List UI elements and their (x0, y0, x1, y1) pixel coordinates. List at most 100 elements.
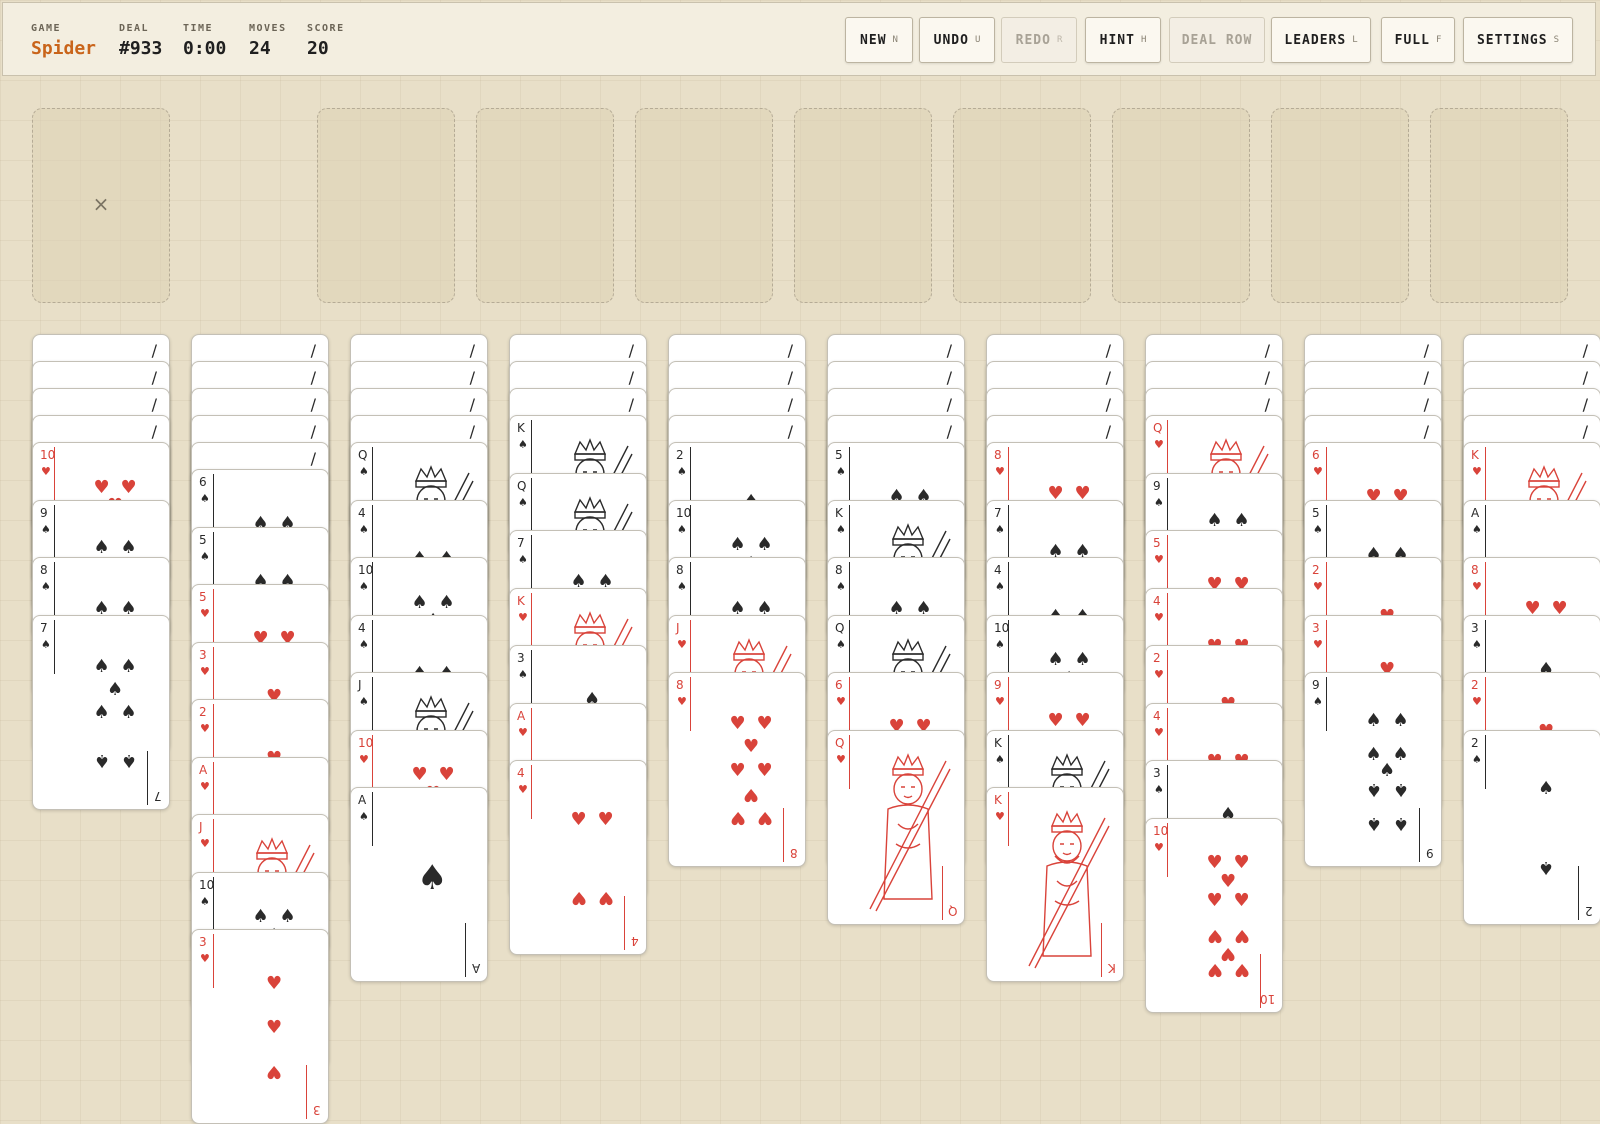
spade-pip-icon: ♠ (756, 534, 773, 556)
card-rule (531, 592, 532, 647)
spade-suit-icon: ♠ (836, 637, 846, 651)
spade-pip-icon: ♠ (438, 591, 455, 613)
card-back-mark: / (310, 368, 316, 387)
spade-suit-icon: ♠ (41, 580, 51, 593)
heart-pip-icon: ♥ (1206, 852, 1223, 874)
card-back-mark: / (1423, 395, 1429, 414)
foundation-slot[interactable] (476, 108, 614, 303)
heart-pip-icon: ♥ (729, 807, 746, 828)
card-rule (213, 646, 214, 701)
card-rule (213, 531, 214, 586)
foundation-slot[interactable] (1271, 108, 1409, 303)
heart-pip-icon: ♥ (756, 713, 773, 734)
undo-button[interactable]: UNDO U (919, 17, 995, 63)
card-rule (1008, 734, 1009, 789)
heart-suit-icon: ♥ (836, 695, 846, 708)
heart-pip-icon: ♥ (756, 759, 773, 781)
card-rule-bottom (942, 865, 943, 920)
playing-card-a-spades[interactable]: A ♠ ♠ A (350, 787, 488, 982)
settings-button-label: SETTINGS (1476, 32, 1548, 48)
card-rank: 3 (517, 651, 525, 665)
card-rank: 8 (676, 563, 684, 577)
card-rule (531, 477, 532, 532)
undo-button-label: UNDO (933, 32, 969, 48)
heart-pip-icon: ♥ (1206, 958, 1223, 980)
heart-pip-icon: ♥ (1233, 889, 1250, 911)
foundation-slot[interactable] (1430, 108, 1568, 303)
playing-card-k-hearts[interactable]: K ♥ K (986, 787, 1124, 982)
card-rank: 3 (1153, 766, 1161, 780)
card-rule (1008, 792, 1009, 846)
card-rule (690, 562, 691, 616)
full-shortcut-key: F (1435, 35, 1442, 45)
heart-suit-icon: ♥ (1313, 465, 1323, 478)
card-rank: 9 (1153, 478, 1161, 493)
card-rule-bottom (1101, 923, 1102, 977)
foundation-slot[interactable] (1112, 108, 1250, 303)
card-rule-bottom (1578, 865, 1579, 920)
card-rank: 10 (994, 620, 1010, 635)
playing-card-8-hearts[interactable]: 8 ♥ ♥ ♥ ♥ ♥ ♥ ♥ ♥ ♥ 8 (668, 672, 806, 867)
full-button-label: FULL (1394, 32, 1430, 48)
spade-pip-icon: ♠ (120, 702, 137, 723)
heart-pip-icon: ♥ (597, 887, 614, 909)
spade-pip-icon: ♠ (1365, 813, 1382, 835)
heart-suit-icon: ♥ (995, 695, 1005, 708)
card-rule-bottom (783, 808, 784, 862)
spade-suit-icon: ♠ (1472, 752, 1482, 766)
stock-pile[interactable]: × (32, 108, 170, 303)
card-back-mark: / (1264, 341, 1270, 360)
playing-card-q-hearts[interactable]: Q ♥ Q (827, 729, 965, 925)
hint-button-label: HINT (1099, 32, 1135, 48)
spade-pip-icon: ♠ (120, 655, 137, 677)
spade-pip-icon: ♠ (93, 655, 110, 677)
playing-card-2-spades[interactable]: 2 ♠ ♠ ♠ 2 (1463, 729, 1600, 925)
card-rank: 9 (1312, 678, 1320, 692)
spade-pip-icon: ♠ (1365, 779, 1382, 801)
playing-card-10-hearts[interactable]: 10 ♥ ♥ ♥ ♥ ♥ ♥ ♥ ♥ ♥ ♥ ♥ 10 (1145, 817, 1283, 1013)
spade-pip-icon: ♠ (1392, 709, 1409, 731)
leaders-button[interactable]: LEADERS L (1271, 17, 1371, 63)
foundation-slot[interactable] (317, 108, 455, 303)
spade-suit-icon: ♠ (836, 522, 846, 536)
full-button[interactable]: FULL F (1381, 17, 1455, 63)
spade-pip-icon: ♠ (120, 749, 137, 771)
foundation-slot[interactable] (635, 108, 773, 303)
heart-suit-icon: ♥ (836, 752, 846, 766)
card-back-mark: / (1423, 422, 1429, 441)
undo-shortcut-key: U (974, 35, 981, 45)
card-rule (849, 447, 850, 501)
foundation-slot[interactable] (794, 108, 932, 303)
playing-card-4-hearts[interactable]: 4 ♥ ♥ ♥ ♥ ♥ 4 (509, 760, 647, 955)
heart-pip-icon: ♥ (570, 808, 587, 830)
playing-card-9-spades[interactable]: 9 ♠ ♠ ♠ ♠ ♠ ♠ ♠ ♠ ♠ ♠ 9 (1304, 672, 1442, 867)
card-rule (1485, 734, 1486, 789)
heart-pip-icon: ♥ (743, 783, 760, 805)
spade-suit-icon: ♠ (1472, 522, 1482, 536)
new-button[interactable]: NEW N (845, 17, 913, 63)
hint-shortcut-key: H (1140, 35, 1147, 45)
card-rank: 10 (358, 563, 374, 577)
hint-button[interactable]: HINT H (1085, 17, 1161, 63)
card-rule (213, 876, 214, 931)
heart-suit-icon: ♥ (1472, 695, 1482, 708)
card-rule (213, 934, 214, 988)
deal-row-button-label: DEAL ROW (1181, 32, 1253, 48)
heart-suit-icon: ♥ (1472, 580, 1482, 593)
heart-pip-icon: ♥ (1220, 870, 1237, 892)
spade-pip-icon: ♠ (1392, 813, 1409, 835)
card-rank: 3 (199, 647, 207, 662)
card-rule (372, 447, 373, 501)
card-rule-bottom (147, 750, 148, 805)
heart-suit-icon: ♥ (995, 810, 1005, 823)
card-rule (849, 562, 850, 616)
card-rule (531, 707, 532, 762)
card-rank-bottom: 10 (1259, 991, 1275, 1006)
settings-button[interactable]: SETTINGS S (1463, 17, 1573, 63)
spade-suit-icon: ♠ (995, 522, 1005, 536)
card-rule (54, 562, 55, 616)
playing-card-7-spades[interactable]: 7 ♠ ♠ ♠ ♠ ♠ ♠ ♠ ♠ 7 (32, 614, 170, 810)
playing-card-3-hearts[interactable]: 3 ♥ ♥ ♥ ♥ 3 (191, 929, 329, 1124)
foundation-slot[interactable] (953, 108, 1091, 303)
card-rank-bottom: 8 (790, 846, 798, 860)
